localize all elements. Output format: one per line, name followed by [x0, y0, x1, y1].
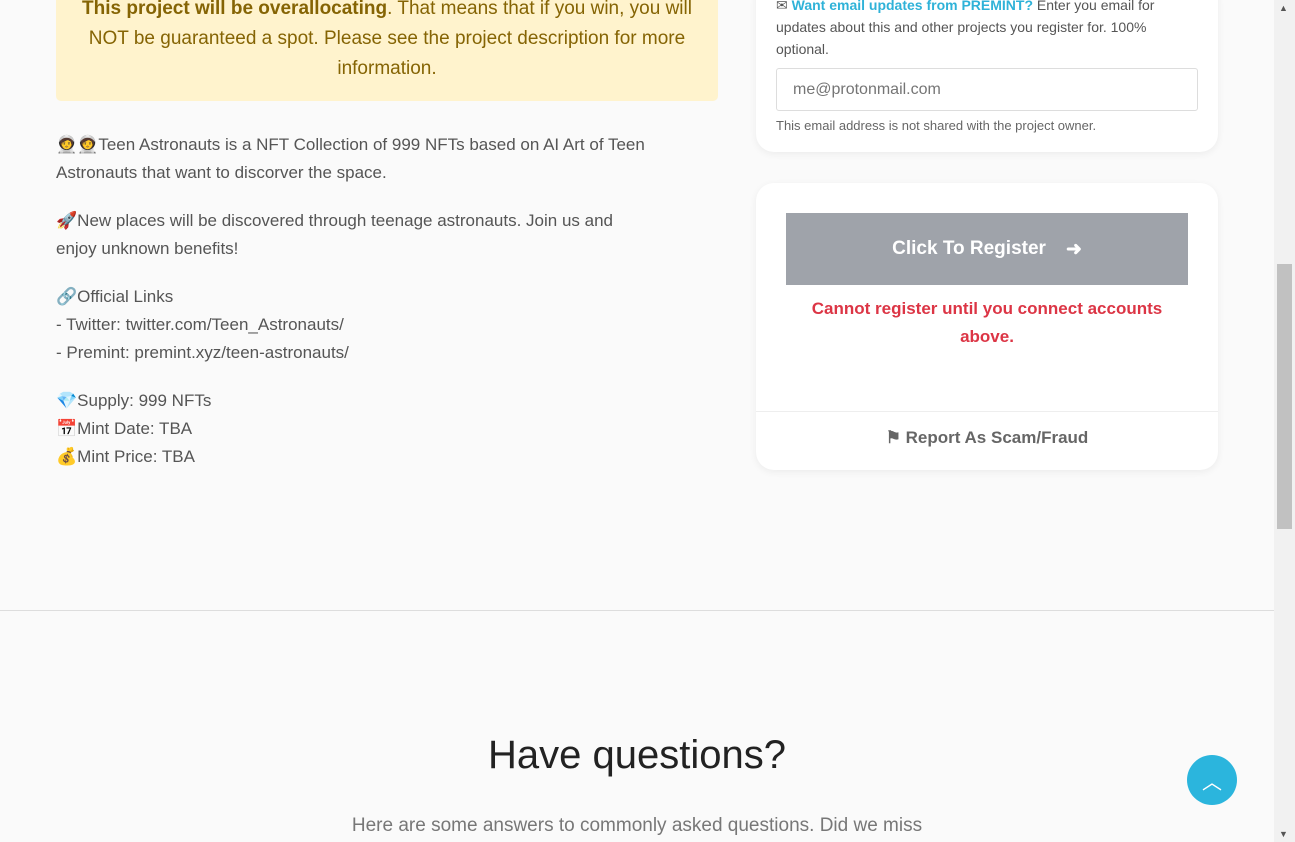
- arrow-right-icon: ➜: [1065, 238, 1082, 260]
- faq-title: Have questions?: [488, 733, 786, 777]
- register-error: Cannot register until you connect accoun…: [811, 299, 1163, 346]
- section-divider: [0, 610, 1274, 611]
- register-button[interactable]: Click To Register ➜: [786, 213, 1188, 285]
- desc-p1: 🧑‍🚀🧑‍🚀Teen Astronauts is a NFT Collectio…: [56, 135, 645, 182]
- flag-icon: ⚑: [885, 428, 906, 447]
- faq-subtitle: Here are some answers to commonly asked …: [351, 815, 923, 836]
- report-label: Report As Scam/Fraud: [905, 428, 1089, 447]
- chevron-up-icon: ︿: [1202, 771, 1222, 794]
- overallocation-alert: This project will be overallocating. Tha…: [56, 0, 718, 101]
- links-title: 🔗Official Links: [56, 287, 174, 306]
- supply: 💎Supply: 999 NFTs: [56, 391, 212, 410]
- scrollbar[interactable]: ▲ ▼: [1274, 0, 1295, 842]
- mint-price: 💰Mint Price: TBA: [56, 447, 195, 466]
- email-updates-link[interactable]: Want email updates from PREMINT?: [792, 0, 1033, 13]
- email-card: ✉ Want email updates from PREMINT? Enter…: [756, 0, 1218, 152]
- scroll-down-icon[interactable]: ▼: [1279, 829, 1288, 839]
- desc-links: 🔗Official Links - Twitter: twitter.com/Te…: [56, 283, 656, 367]
- premint-link[interactable]: - Premint: premint.xyz/teen-astronauts/: [56, 343, 349, 362]
- divider: [756, 411, 1218, 412]
- report-link[interactable]: ⚑ Report As Scam/Fraud: [756, 428, 1218, 448]
- email-note: This email address is not shared with th…: [776, 118, 1097, 133]
- desc-p2: 🚀New places will be discovered through t…: [56, 211, 613, 258]
- email-text: ✉ Want email updates from PREMINT? Enter…: [776, 0, 1198, 60]
- alert-bold: This project will be overallocating: [82, 0, 388, 19]
- scroll-up-icon[interactable]: ▲: [1279, 3, 1288, 13]
- envelope-icon: ✉: [776, 0, 792, 13]
- email-input[interactable]: [776, 68, 1198, 111]
- project-description: 🧑‍🚀🧑‍🚀Teen Astronauts is a NFT Collectio…: [56, 131, 656, 491]
- mint-date: 📅Mint Date: TBA: [56, 419, 193, 438]
- scrollbar-thumb[interactable]: [1277, 264, 1292, 529]
- register-label: Click To Register: [892, 238, 1046, 259]
- scroll-to-top-button[interactable]: ︿: [1187, 755, 1237, 805]
- register-card: Click To Register ➜ Cannot register until…: [756, 183, 1218, 470]
- twitter-link[interactable]: - Twitter: twitter.com/Teen_Astronauts/: [56, 315, 344, 334]
- desc-details: 💎Supply: 999 NFTs 📅Mint Date: TBA 💰Mint Pr…: [56, 387, 656, 471]
